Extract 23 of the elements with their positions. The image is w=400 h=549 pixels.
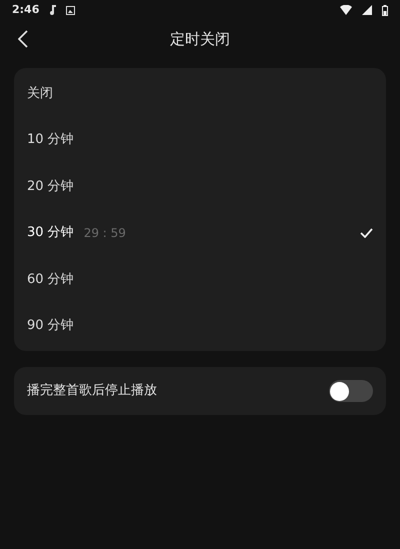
status-time: 2:46: [12, 2, 40, 18]
option-label: 90 分钟: [27, 317, 74, 335]
timer-option[interactable]: 60 分钟: [14, 256, 386, 302]
option-label: 关闭: [27, 84, 53, 102]
toggle-switch[interactable]: [329, 380, 373, 402]
timer-option[interactable]: 关闭: [14, 70, 386, 116]
option-label: 10 分钟: [27, 131, 74, 149]
timer-option[interactable]: 90 分钟: [14, 302, 386, 349]
finish-song-label: 播完整首歌后停止播放: [27, 382, 157, 400]
image-icon: [66, 6, 76, 14]
timer-option[interactable]: 10 分钟: [14, 116, 386, 163]
wifi-icon: [340, 5, 352, 15]
check-icon: [360, 228, 373, 238]
music-note-icon: [49, 5, 56, 15]
option-label: 30 分钟: [27, 224, 74, 242]
battery-icon: [382, 4, 388, 16]
signal-icon: [362, 5, 372, 15]
timer-option[interactable]: 30 分钟 29 : 59: [14, 210, 386, 256]
option-label: 20 分钟: [27, 178, 74, 196]
page-title: 定时关闭: [170, 28, 230, 50]
countdown-text: 29 : 59: [84, 224, 126, 242]
option-label: 60 分钟: [27, 270, 74, 288]
timer-option[interactable]: 20 分钟: [14, 163, 386, 210]
